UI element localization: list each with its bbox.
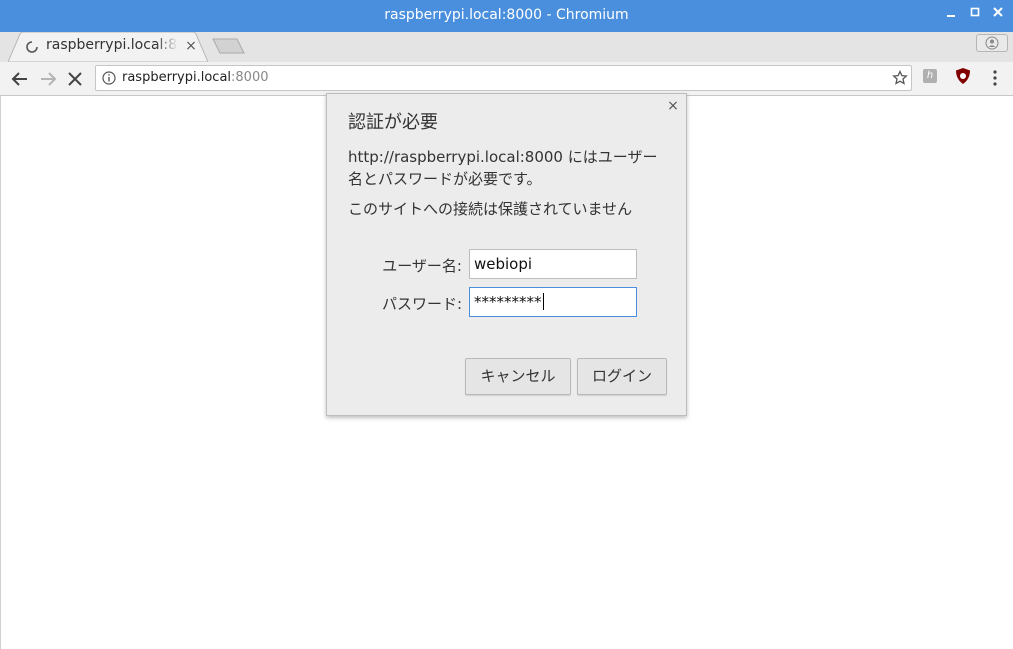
username-label: ユーザー名: <box>382 257 462 275</box>
close-icon[interactable] <box>989 6 1007 24</box>
stop-loading-icon[interactable] <box>63 67 87 91</box>
address-bar[interactable]: raspberrypi.local:8000 <box>95 65 912 91</box>
ublock-shield-icon[interactable] <box>954 67 972 85</box>
tab-strip: raspberrypi.local:8 × <box>0 32 1013 62</box>
minimize-icon[interactable] <box>942 6 960 24</box>
browser-toolbar: raspberrypi.local:8000 h <box>0 62 1013 96</box>
auth-dialog: × 認証が必要 http://raspberrypi.local:8000 には… <box>326 93 687 416</box>
url-text: raspberrypi.local:8000 <box>122 70 269 85</box>
tab-title: raspberrypi.local:8 <box>46 37 178 53</box>
info-icon[interactable] <box>102 71 116 85</box>
text-caret <box>542 293 544 310</box>
dialog-title: 認証が必要 <box>348 112 438 133</box>
menu-kebab-icon[interactable] <box>987 69 1003 87</box>
dialog-warning: このサイトへの接続は保護されていません <box>348 200 633 218</box>
login-button[interactable]: ログイン <box>577 358 667 395</box>
tab-close-icon[interactable]: × <box>184 38 198 54</box>
url-port: :8000 <box>231 70 269 85</box>
window-titlebar: raspberrypi.local:8000 - Chromium <box>0 0 1013 32</box>
back-arrow-icon[interactable] <box>8 67 32 91</box>
bookmark-star-icon[interactable] <box>892 70 908 86</box>
password-value: ********* <box>474 293 542 311</box>
username-value: webiopi <box>474 255 533 273</box>
profile-icon <box>985 36 999 50</box>
tab-raspberrypi[interactable]: raspberrypi.local:8 × <box>8 32 208 62</box>
url-host: raspberrypi.local <box>122 70 232 85</box>
forward-arrow-icon[interactable] <box>36 67 60 91</box>
new-tab-button[interactable] <box>211 37 247 57</box>
loading-spinner-icon <box>26 41 38 53</box>
profile-button[interactable] <box>976 34 1008 52</box>
window-title: raspberrypi.local:8000 - Chromium <box>384 7 629 23</box>
username-field[interactable]: webiopi <box>469 249 637 279</box>
dialog-message: http://raspberrypi.local:8000 にはユーザー名とパス… <box>348 148 658 188</box>
maximize-icon[interactable] <box>966 6 984 24</box>
dialog-close-icon[interactable]: × <box>666 99 680 113</box>
cancel-button[interactable]: キャンセル <box>465 358 571 395</box>
password-label: パスワード: <box>381 295 462 313</box>
password-field[interactable]: ********* <box>469 287 637 317</box>
extension-h-icon[interactable]: h <box>923 69 937 83</box>
